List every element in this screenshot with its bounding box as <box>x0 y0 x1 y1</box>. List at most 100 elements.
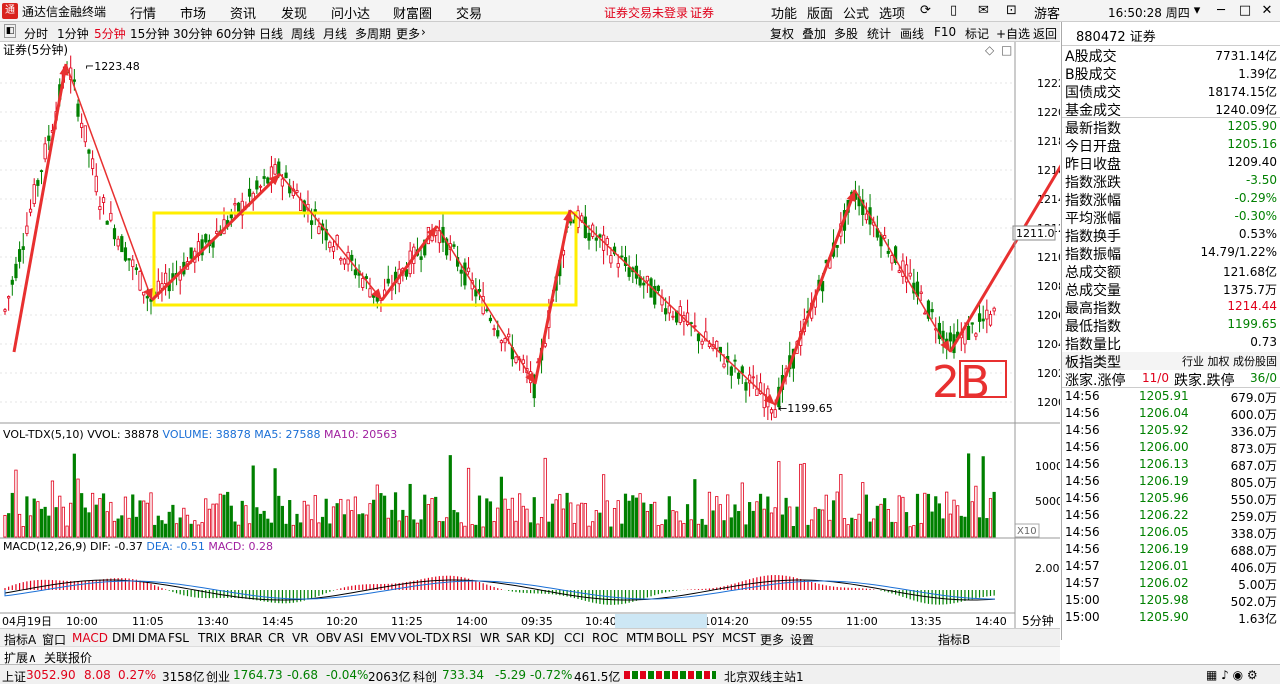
candle-body <box>609 255 613 264</box>
volume-bar <box>14 469 18 538</box>
quote-label: 平均涨幅 <box>1065 211 1121 227</box>
panel-toggle-icon[interactable]: ◧ <box>4 24 16 38</box>
period-multi[interactable]: 多周期 <box>355 25 391 42</box>
candle-body <box>620 255 624 258</box>
kline-chart[interactable]: 证券(5分钟) ◇ □ 1222122012181216121412121210… <box>0 42 1060 628</box>
menu-trade[interactable]: 交易 <box>456 3 482 22</box>
menu-layout[interactable]: 版面 <box>807 3 833 22</box>
indicator-tab[interactable]: PSY <box>692 631 714 645</box>
tick-time: 14:56 <box>1065 423 1100 437</box>
menu-news[interactable]: 资讯 <box>230 3 256 22</box>
menu-formula[interactable]: 公式 <box>843 3 869 22</box>
tool-multi[interactable]: 多股 <box>834 25 858 42</box>
volume-bar <box>572 522 577 538</box>
tool-restore[interactable]: 复权 <box>770 25 794 42</box>
period-5min[interactable]: 5分钟 <box>94 25 126 42</box>
login-notice[interactable]: 证券交易未登录 <box>604 4 688 21</box>
period-day[interactable]: 日线 <box>259 25 283 42</box>
volume-bar <box>529 522 533 538</box>
indicator-tab[interactable]: MACD <box>72 631 108 645</box>
menu-ask[interactable]: 问小达 <box>331 3 370 22</box>
chevron-right-icon[interactable]: › <box>421 25 426 39</box>
indicator-tab[interactable]: DMA <box>138 631 166 645</box>
menu-fortune[interactable]: 财富圈 <box>393 3 432 22</box>
tool-f10[interactable]: F10 <box>934 25 956 39</box>
tool-mark[interactable]: 标记 <box>965 25 989 42</box>
indicator-tab[interactable]: EMV <box>370 631 396 645</box>
volume-bar <box>251 465 255 538</box>
menu-markets[interactable]: 市场 <box>180 3 206 22</box>
indicator-tab[interactable]: OBV <box>316 631 342 645</box>
indicator-tab[interactable]: MTM <box>626 631 654 645</box>
indicator-tab[interactable]: DMI <box>112 631 135 645</box>
period-60min[interactable]: 60分钟 <box>216 25 255 42</box>
refresh-icon[interactable]: ⟳ <box>920 3 931 18</box>
time-tick: 14:20 <box>717 615 749 628</box>
indicator-tab[interactable]: VR <box>292 631 309 645</box>
tool-draw[interactable]: 画线 <box>900 25 924 42</box>
tick-list[interactable]: 14:56 1205.91 679.0万 14:56 1206.04 600.0万 14:5… <box>1062 388 1280 626</box>
minimize-icon[interactable]: ─ <box>1212 2 1230 20</box>
indicator-tab[interactable]: SAR <box>506 631 530 645</box>
indicator-tab[interactable]: TRIX <box>198 631 225 645</box>
volume-bar <box>583 503 587 538</box>
maximize-icon[interactable]: □ <box>1236 2 1254 20</box>
indicator-tab[interactable]: BOLL <box>656 631 687 645</box>
volume-bar <box>890 521 894 538</box>
period-30min[interactable]: 30分钟 <box>173 25 212 42</box>
period-week[interactable]: 周线 <box>291 25 315 42</box>
period-tick[interactable]: 分时 <box>24 25 48 42</box>
volume-bar <box>806 524 810 538</box>
tool-add-watch[interactable]: +自选 <box>996 25 1030 42</box>
candle-body <box>36 180 40 186</box>
quote-value: 1205.16 <box>1227 137 1277 151</box>
phone-icon[interactable]: ▯ <box>950 3 957 18</box>
candle-body <box>930 308 934 313</box>
volume-bar <box>722 520 726 538</box>
window-icon[interactable]: □ <box>1001 43 1012 57</box>
indicator-tab[interactable]: BRAR <box>230 631 263 645</box>
indicator-tab[interactable]: ASI <box>344 631 363 645</box>
candle-body <box>87 149 91 154</box>
period-month[interactable]: 月线 <box>323 25 347 42</box>
sh-label: 上证 <box>2 670 27 684</box>
menu-discover[interactable]: 发现 <box>281 3 307 22</box>
indicator-tab[interactable]: RSI <box>452 631 472 645</box>
kc-amount: 461.5亿 <box>574 670 621 684</box>
indicator-tab[interactable]: MCST <box>722 631 756 645</box>
menu-market[interactable]: 行情 <box>130 3 156 22</box>
trend-segment <box>12 63 68 353</box>
trend-segment <box>533 209 572 385</box>
volume-bar <box>372 499 376 538</box>
indicator-tab[interactable]: CR <box>268 631 285 645</box>
close-icon[interactable]: ✕ <box>1258 2 1276 20</box>
server-label[interactable]: 北京双线主站1 <box>724 668 804 685</box>
tool-stats[interactable]: 统计 <box>867 25 891 42</box>
lock-icon[interactable]: ⊡ <box>1006 3 1017 18</box>
user-label[interactable]: 游客 <box>1034 3 1060 22</box>
tool-overlay[interactable]: 叠加 <box>802 25 826 42</box>
indicator-tab[interactable]: VOL-TDX <box>398 631 450 645</box>
tick-price: 1206.19 <box>1139 542 1189 556</box>
period-more[interactable]: 更多 <box>396 25 420 42</box>
menu-function[interactable]: 功能 <box>771 3 797 22</box>
indicator-tab[interactable]: FSL <box>168 631 189 645</box>
diamond-icon[interactable]: ◇ <box>985 43 995 57</box>
chat-icon[interactable]: ✉ <box>978 3 989 18</box>
status-icons[interactable]: ▦ ♪ ◉ ⚙ <box>1206 668 1258 682</box>
tick-time: 14:56 <box>1065 508 1100 522</box>
candle-body <box>733 359 737 362</box>
tool-back[interactable]: 返回 <box>1033 25 1057 42</box>
indicator-tab[interactable]: WR <box>480 631 500 645</box>
volume-bar <box>915 493 920 538</box>
volume-bar <box>561 508 566 538</box>
indicator-tab[interactable]: KDJ <box>534 631 555 645</box>
indicator-tab[interactable]: CCI <box>564 631 584 645</box>
menu-options[interactable]: 选项 <box>879 3 905 22</box>
menu-icon[interactable]: ▾ <box>1188 2 1206 20</box>
volume-bar <box>912 525 916 538</box>
volume-bar <box>91 492 95 538</box>
indicator-tab[interactable]: ROC <box>592 631 618 645</box>
period-15min[interactable]: 15分钟 <box>130 25 169 42</box>
period-1min[interactable]: 1分钟 <box>57 25 89 42</box>
